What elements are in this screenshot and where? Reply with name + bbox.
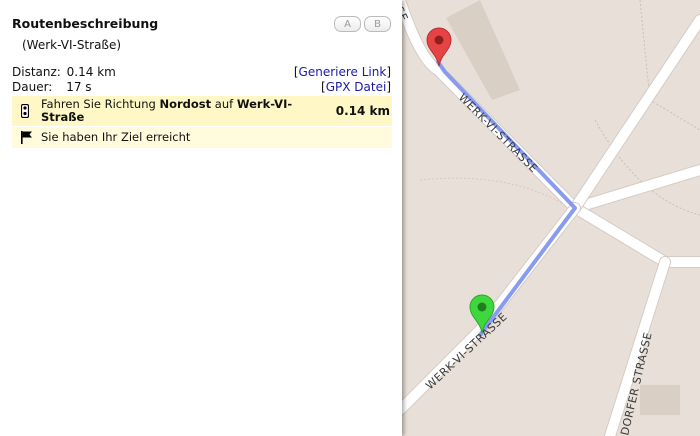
distance-row: Distanz: 0.14 km [12,65,116,79]
point-a-button[interactable]: A [334,16,361,32]
duration-label: Dauer: [12,80,53,94]
gpx-link-row: [GPX Datei] [321,80,391,94]
step-direction: Nordost [159,97,212,111]
building [640,385,680,415]
step-distance: 0.14 km [335,104,390,118]
generate-link-row: [Generiere Link] [294,65,391,79]
step-text-prefix: Fahren Sie Richtung [41,97,160,111]
flag-icon [21,131,32,144]
distance-value: 0.14 km [66,65,116,79]
duration-row: Dauer: 17 s [12,80,92,94]
bracket: ] [386,65,391,79]
bracket: ] [386,80,391,94]
distance-label: Distanz: [12,65,61,79]
traffic-light-icon [21,104,29,118]
point-b-button[interactable]: B [364,16,391,32]
instruction-step[interactable]: Sie haben Ihr Ziel erreicht [12,127,392,148]
gpx-file-link[interactable]: GPX Datei [326,80,387,94]
route-subtitle: (Werk-VI-Straße) [22,38,122,52]
step-text: Sie haben Ihr Ziel erreicht [41,130,191,144]
generate-link[interactable]: Generiere Link [299,65,387,79]
step-text: Fahren Sie Richtung Nordost auf Werk-VI-… [41,98,321,124]
step-text-mid: auf [211,97,237,111]
panel-title: Routenbeschreibung [12,16,159,31]
instruction-step[interactable]: Fahren Sie Richtung Nordost auf Werk-VI-… [12,96,392,126]
duration-value: 17 s [66,80,92,94]
route-panel: Routenbeschreibung (Werk-VI-Straße) A B … [0,0,402,436]
